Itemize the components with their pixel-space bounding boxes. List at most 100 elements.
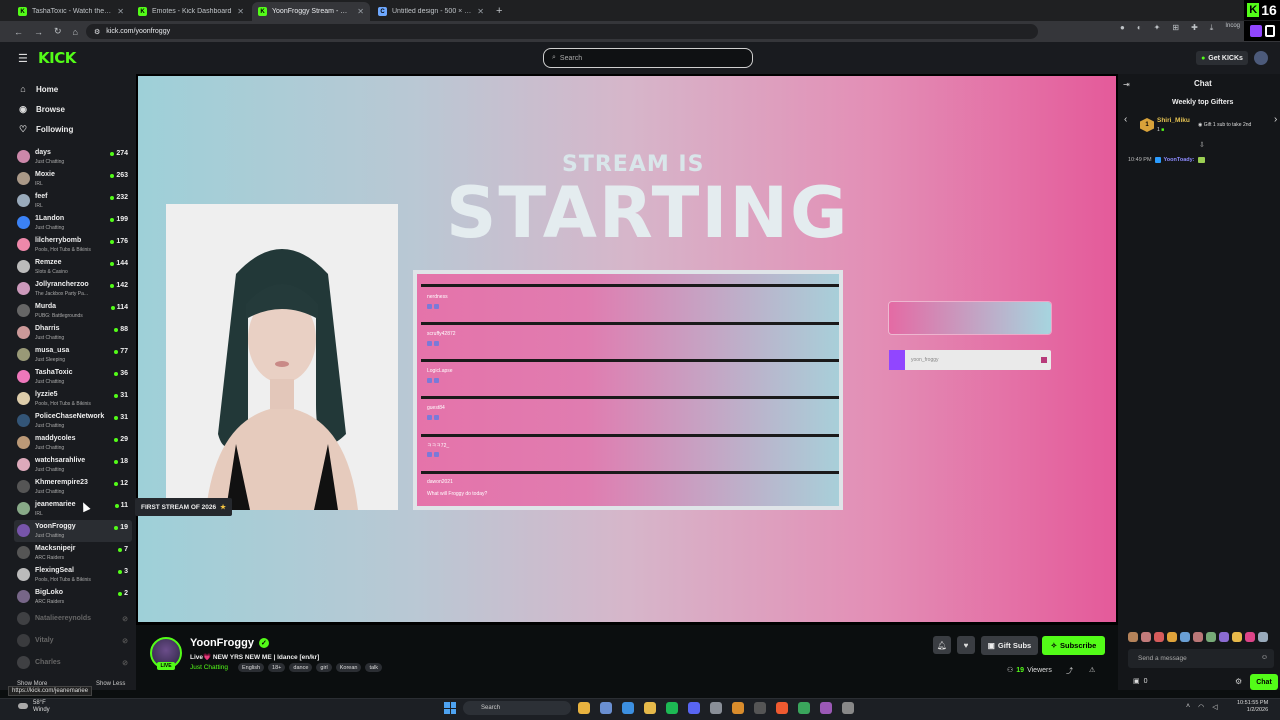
stream-tag[interactable]: 18+ <box>268 663 286 672</box>
system-clock[interactable]: 10:51:55 PM 1/2/2026 <box>1237 700 1268 714</box>
file-explorer-icon[interactable] <box>644 702 656 714</box>
browser-tab[interactable]: K TashaToxic - Watch the VOD o ✕ <box>12 2 130 21</box>
next-gifter-icon[interactable]: › <box>1274 114 1277 125</box>
app-icon[interactable] <box>732 702 744 714</box>
emote-icon[interactable] <box>1245 632 1255 642</box>
emote-icon[interactable] <box>1219 632 1229 642</box>
stream-tag[interactable]: Korean <box>335 663 362 672</box>
stream-tag[interactable]: girl <box>316 663 332 672</box>
followed-channel[interactable]: Murda PUBG: Battlegrounds 114 <box>14 300 132 322</box>
volume-icon[interactable]: ◁ <box>1212 703 1217 711</box>
emote-icon[interactable] <box>1193 632 1203 642</box>
emote-icon[interactable] <box>1258 632 1268 642</box>
browser-tab[interactable]: C Untitled design - 500 × 500px ✕ <box>372 2 490 21</box>
back-icon[interactable]: ← <box>14 27 23 37</box>
gift-subs-button[interactable]: ▣ Gift Subs <box>981 636 1038 655</box>
message-user[interactable]: YoonToady: <box>1164 157 1195 163</box>
puzzle-icon[interactable]: ✚ <box>1191 23 1198 33</box>
followed-channel[interactable]: Khmerempire23 Just Chatting 12 <box>14 476 132 498</box>
followed-channel[interactable]: 1Landon Just Chatting 199 <box>14 212 132 234</box>
stream-tag[interactable]: English <box>238 663 265 672</box>
edge-icon[interactable] <box>622 702 634 714</box>
emote-icon[interactable] <box>1128 632 1138 642</box>
notification-bell-icon[interactable]: 🔔︎ <box>933 636 951 654</box>
followed-channel[interactable]: FlexingSeal Pools, Hot Tubs & Bikinis 3 <box>14 564 132 586</box>
app-icon[interactable] <box>798 702 810 714</box>
offline-channel[interactable]: Vitaly ⊘ <box>14 630 132 652</box>
pin-icon[interactable]: ⇩ <box>1199 141 1205 149</box>
reload-icon[interactable]: ↻ <box>54 26 62 37</box>
terminal-icon[interactable] <box>754 702 766 714</box>
followed-channel[interactable]: YoonFroggy Just Chatting 19 <box>14 520 132 542</box>
stream-category[interactable]: Just Chatting <box>190 664 228 671</box>
followed-channel[interactable]: Dharris Just Chatting 88 <box>14 322 132 344</box>
sidebar-nav-browse[interactable]: ◉ Browse <box>18 104 65 115</box>
followed-channel[interactable]: feef IRL 232 <box>14 190 132 212</box>
follow-heart-icon[interactable]: ♥ <box>957 636 975 654</box>
menu-icon[interactable]: ☰ <box>18 52 28 65</box>
windows-start-icon[interactable] <box>444 702 456 714</box>
taskbar-search[interactable]: Search <box>463 701 571 715</box>
followed-channel[interactable]: Remzee Slots & Casino 144 <box>14 256 132 278</box>
extension-icon[interactable]: ◐ <box>1137 23 1142 33</box>
video-player[interactable]: STREAM IS STARTING nerdness scruffy42872 L… <box>136 74 1118 625</box>
weather-widget[interactable]: 58°F Windy <box>18 700 50 714</box>
extension-icon[interactable]: ✦ <box>1154 23 1161 33</box>
prev-gifter-icon[interactable]: ‹ <box>1124 114 1127 125</box>
user-avatar[interactable] <box>1254 51 1268 65</box>
home-nav-icon[interactable]: ⌂ <box>73 27 78 37</box>
offline-channel[interactable]: Natalieereynolds ⊘ <box>14 608 132 630</box>
followed-channel[interactable]: lyzzie5 Pools, Hot Tubs & Bikinis 31 <box>14 388 132 410</box>
close-tab-icon[interactable]: ✕ <box>117 7 124 16</box>
kick-logo[interactable]: KICK <box>38 49 76 67</box>
followed-channel[interactable]: maddycoles Just Chatting 29 <box>14 432 132 454</box>
followed-channel[interactable]: PoliceChaseNetwork Just Chatting 31 <box>14 410 132 432</box>
sidebar-nav-home[interactable]: ⌂ Home <box>18 84 58 94</box>
extension-icon[interactable]: ⊞ <box>1172 23 1179 33</box>
steam-icon[interactable] <box>710 702 722 714</box>
chrome-icon[interactable] <box>578 702 590 714</box>
close-tab-icon[interactable]: ✕ <box>237 7 244 16</box>
chat-settings-icon[interactable]: ⚙ <box>1235 677 1242 686</box>
followed-channel[interactable]: Moxie IRL 263 <box>14 168 132 190</box>
spotify-icon[interactable] <box>666 702 678 714</box>
app-icon[interactable] <box>820 702 832 714</box>
followed-channel[interactable]: jeanemariee IRL 11 <box>14 498 132 520</box>
site-info-icon[interactable]: ⚙ <box>94 28 100 36</box>
close-tab-icon[interactable]: ✕ <box>477 7 484 16</box>
forward-icon[interactable]: → <box>34 27 43 37</box>
chat-input[interactable]: Send a message ☺ <box>1128 649 1274 668</box>
app-icon[interactable] <box>842 702 854 714</box>
browser-tab[interactable]: K YoonFroggy Stream - Watch Li ✕ <box>252 2 370 21</box>
followed-channel[interactable]: lilcherrybomb Pools, Hot Tubs & Bikinis 17… <box>14 234 132 256</box>
extension-icon[interactable]: ● <box>1120 23 1125 33</box>
followed-channel[interactable]: Jollyrancherzoo The Jackbox Party Pa... 14… <box>14 278 132 300</box>
offline-channel[interactable]: Charles ⊘ <box>14 652 132 674</box>
emote-icon[interactable] <box>1167 632 1177 642</box>
emote-icon[interactable] <box>1141 632 1151 642</box>
get-kicks-button[interactable]: ● Get KICKs <box>1196 51 1248 65</box>
new-tab-icon[interactable]: + <box>496 2 502 21</box>
download-icon[interactable]: ⤓ <box>1210 23 1214 33</box>
kicks-balance[interactable]: ▣ 0 <box>1133 677 1148 686</box>
collapse-chat-icon[interactable]: ⇥ <box>1123 80 1130 89</box>
show-less-button[interactable]: Show Less <box>96 681 125 687</box>
followed-channel[interactable]: days Just Chatting 274 <box>14 146 132 168</box>
task-view-icon[interactable] <box>600 702 612 714</box>
streamer-name[interactable]: YoonFroggy <box>190 637 254 649</box>
emote-picker-icon[interactable]: ☺ <box>1261 654 1268 661</box>
followed-channel[interactable]: Macksnipejr ARC Raiders 7 <box>14 542 132 564</box>
top-gifter-name[interactable]: Shiri_Miku <box>1157 117 1190 124</box>
subscribe-button[interactable]: ✧ Subscribe <box>1042 636 1105 655</box>
stream-tag[interactable]: dance <box>289 663 313 672</box>
brave-icon[interactable] <box>776 702 788 714</box>
report-icon[interactable]: ⚠ <box>1089 666 1095 674</box>
emote-icon[interactable] <box>1206 632 1216 642</box>
close-tab-icon[interactable]: ✕ <box>357 7 364 16</box>
tray-chevron-icon[interactable]: ˄ <box>1186 703 1190 711</box>
discord-icon[interactable] <box>688 702 700 714</box>
send-chat-button[interactable]: Chat <box>1250 674 1278 690</box>
address-bar[interactable]: ⚙ kick.com/yoonfroggy <box>86 24 1038 39</box>
emote-icon[interactable] <box>1154 632 1164 642</box>
incognito-label[interactable]: Incog <box>1225 23 1240 33</box>
